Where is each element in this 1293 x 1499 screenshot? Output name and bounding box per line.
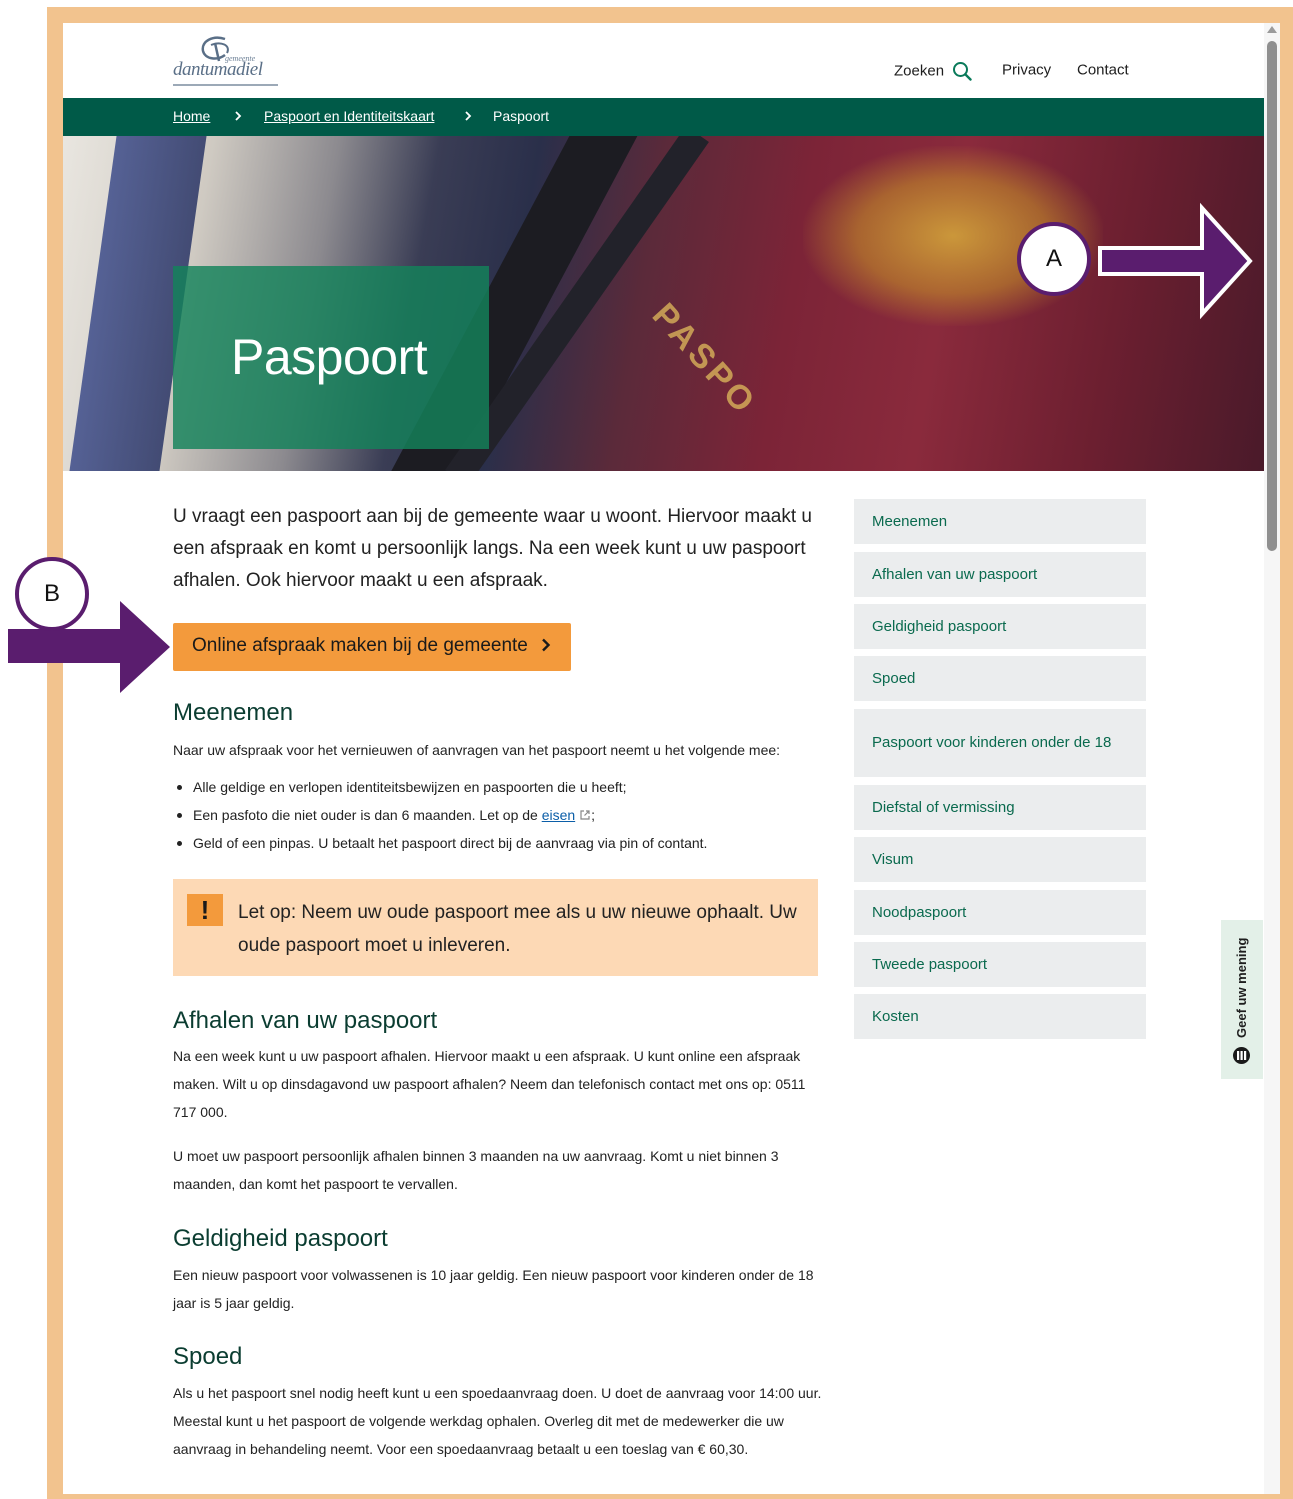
search-icon bbox=[953, 62, 972, 81]
sidebar-item-meenemen[interactable]: Meenemen bbox=[854, 499, 1146, 544]
nav-search-label: Zoeken bbox=[894, 62, 945, 80]
feedback-logo-icon bbox=[1233, 1047, 1250, 1064]
list-item: Alle geldige en verlopen identiteitsbewi… bbox=[173, 773, 823, 801]
nav-contact-label: Contact bbox=[1077, 61, 1129, 79]
chevron-right-icon bbox=[542, 638, 551, 652]
list-item-text: ; bbox=[591, 807, 596, 823]
breadcrumb-home[interactable]: Home bbox=[173, 108, 210, 124]
logo-name: dantumadiel bbox=[173, 59, 263, 80]
warning-text: Let op: Neem uw oude paspoort mee als u … bbox=[238, 902, 797, 956]
logo-underline bbox=[173, 84, 278, 86]
external-link-icon bbox=[580, 810, 590, 820]
online-appointment-label: Online afspraak maken bij de gemeente bbox=[192, 635, 528, 656]
annotation-label-a: A bbox=[1017, 222, 1091, 296]
meenemen-text: Naar uw afspraak voor het vernieuwen of … bbox=[173, 742, 781, 758]
frame-border-left bbox=[47, 7, 63, 1499]
afhalen-paragraph-2: U moet uw paspoort persoonlijk afhalen b… bbox=[173, 1148, 779, 1192]
section-heading-afhalen: Afhalen van uw paspoort bbox=[173, 1007, 438, 1034]
nav-privacy-label: Privacy bbox=[1002, 61, 1052, 79]
feedback-label: Geef uw mening bbox=[1234, 937, 1249, 1038]
intro-text: U vraagt een paspoort aan bij de gemeent… bbox=[173, 506, 812, 591]
annotation-arrow-a bbox=[1098, 202, 1253, 320]
exclamation-icon: ! bbox=[187, 894, 223, 926]
meenemen-list: Alle geldige en verlopen identiteitsbewi… bbox=[173, 773, 823, 857]
geldigheid-text: Een nieuw paspoort voor volwassenen is 1… bbox=[173, 1267, 814, 1311]
nav-contact[interactable]: Contact bbox=[1077, 61, 1129, 81]
sidebar-item-geldigheid[interactable]: Geldigheid paspoort bbox=[854, 604, 1146, 649]
hero-image-text: PASPO bbox=[644, 296, 765, 423]
frame-border-top bbox=[47, 7, 1280, 23]
frame-border-right bbox=[1280, 7, 1293, 1499]
sidebar-item-kosten[interactable]: Kosten bbox=[854, 994, 1146, 1039]
list-item: Een pasfoto die niet ouder is dan 6 maan… bbox=[173, 801, 823, 829]
section-heading-geldigheid: Geldigheid paspoort bbox=[173, 1225, 388, 1252]
nav-search[interactable]: Zoeken bbox=[894, 61, 972, 81]
feedback-tab[interactable]: Geef uw mening bbox=[1221, 920, 1263, 1079]
sidebar-item-spoed[interactable]: Spoed bbox=[854, 656, 1146, 701]
warning-box: ! Let op: Neem uw oude paspoort mee als … bbox=[173, 879, 818, 976]
sidebar-item-noodpaspoort[interactable]: Noodpaspoort bbox=[854, 890, 1146, 935]
hero-banner: PASPO Paspoort bbox=[63, 136, 1264, 471]
spoed-text: Als u het paspoort snel nodig heeft kunt… bbox=[173, 1385, 822, 1457]
section-heading-spoed: Spoed bbox=[173, 1343, 243, 1370]
sidebar-item-tweede-paspoort[interactable]: Tweede paspoort bbox=[854, 942, 1146, 987]
scrollbar-thumb[interactable] bbox=[1267, 41, 1277, 551]
list-item: Geld of een pinpas. U betaalt het paspoo… bbox=[173, 829, 823, 857]
nav-privacy[interactable]: Privacy bbox=[1002, 61, 1051, 81]
sidebar-item-kinderen[interactable]: Paspoort voor kinderen onder de 18 bbox=[854, 709, 1146, 777]
sidebar-item-afhalen[interactable]: Afhalen van uw paspoort bbox=[854, 552, 1146, 597]
online-appointment-button[interactable]: Online afspraak maken bij de gemeente bbox=[173, 623, 571, 671]
chevron-right-icon bbox=[234, 108, 242, 124]
afhalen-paragraph-1: Na een week kunt u uw paspoort afhalen. … bbox=[173, 1048, 806, 1120]
frame-border-bottom bbox=[47, 1494, 1293, 1499]
hero-title-box: Paspoort bbox=[173, 266, 489, 449]
chevron-right-icon bbox=[464, 108, 472, 124]
page-title: Paspoort bbox=[231, 329, 428, 385]
site-logo[interactable]: gemeente dantumadiel bbox=[173, 35, 288, 86]
sidebar-item-visum[interactable]: Visum bbox=[854, 837, 1146, 882]
list-item-text: Een pasfoto die niet ouder is dan 6 maan… bbox=[193, 807, 538, 823]
eisen-link[interactable]: eisen bbox=[542, 807, 575, 823]
section-heading-meenemen: Meenemen bbox=[173, 699, 294, 726]
annotation-label-b: B bbox=[15, 557, 89, 631]
breadcrumb-current: Paspoort bbox=[493, 108, 550, 124]
breadcrumb: Home Paspoort en Identiteitskaart Paspoo… bbox=[63, 98, 1264, 136]
scroll-up-icon[interactable] bbox=[1267, 26, 1277, 33]
breadcrumb-paspoort-identiteitskaart[interactable]: Paspoort en Identiteitskaart bbox=[264, 108, 434, 124]
sidebar-item-diefstal[interactable]: Diefstal of vermissing bbox=[854, 785, 1146, 830]
